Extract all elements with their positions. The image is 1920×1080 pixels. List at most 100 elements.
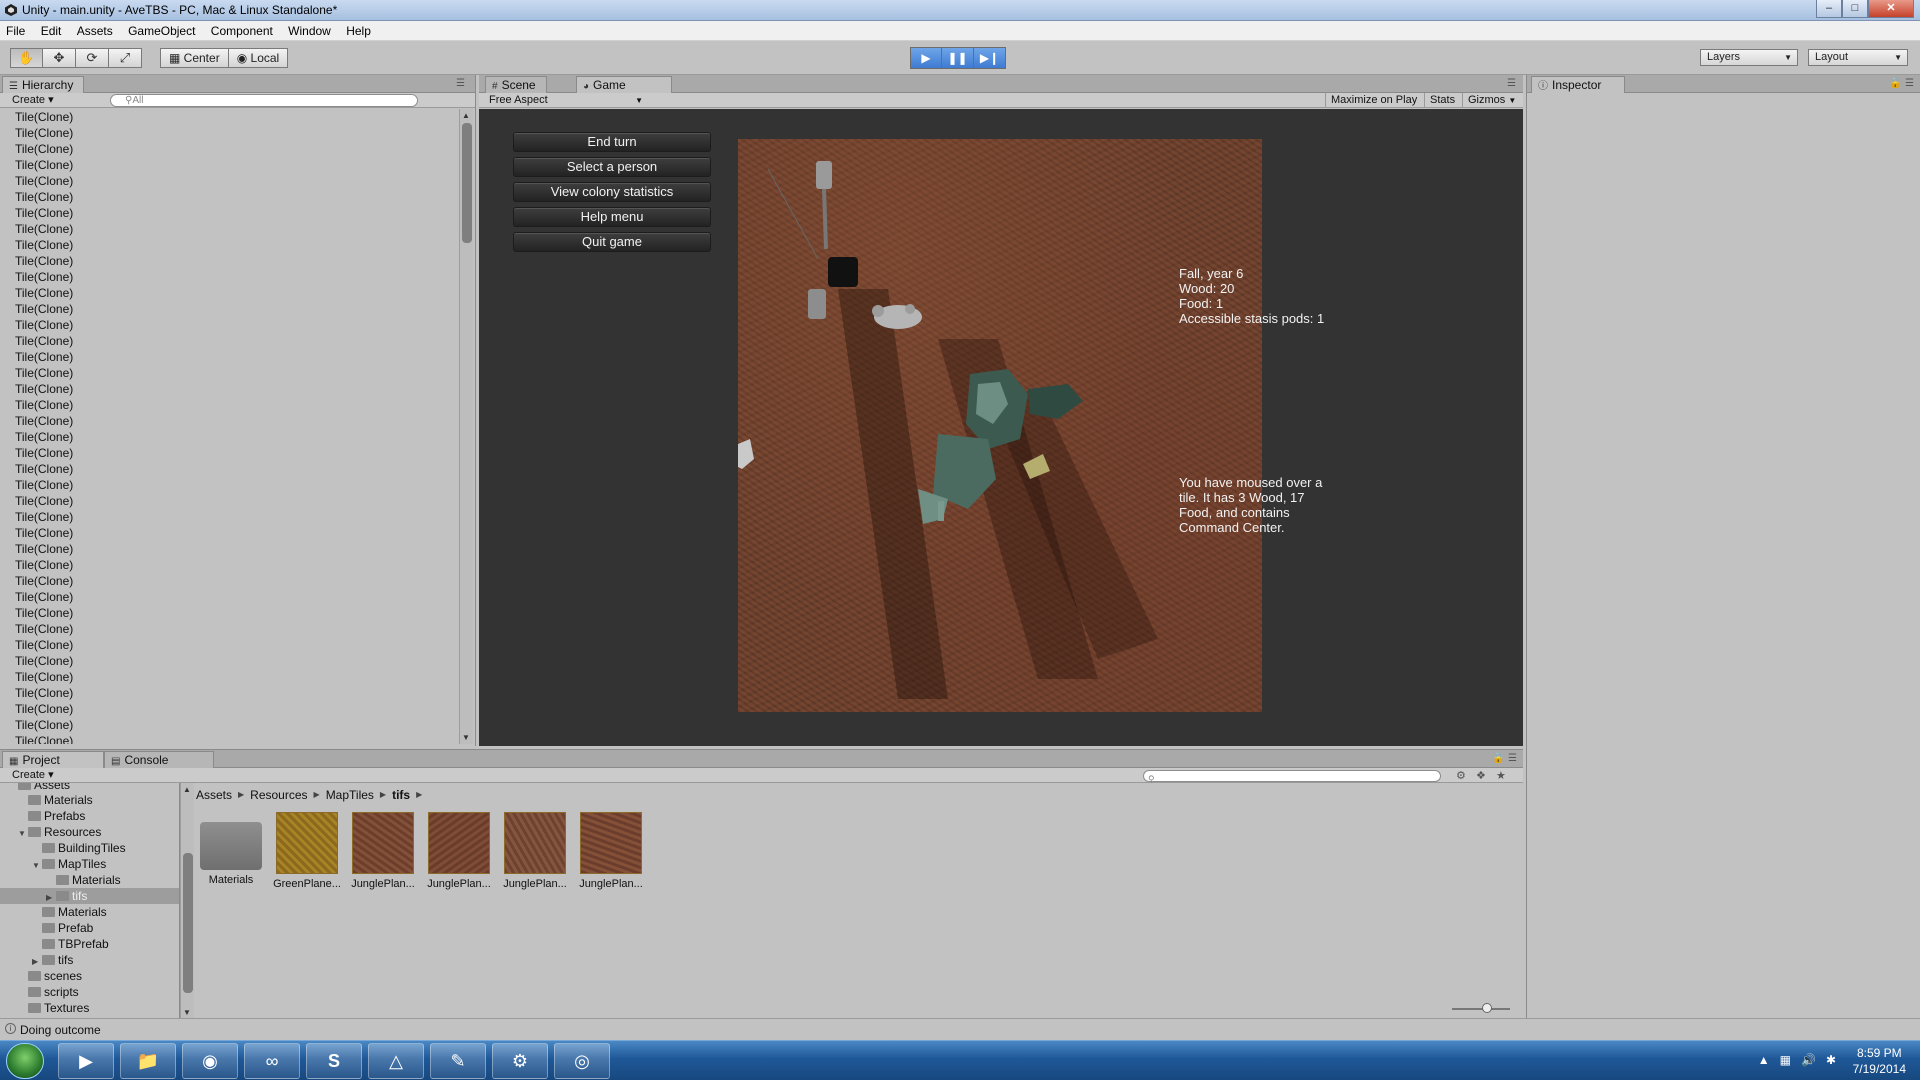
hierarchy-item[interactable]: Tile(Clone) (0, 205, 456, 221)
tab-console[interactable]: ▤ Console (104, 751, 214, 768)
hierarchy-item[interactable]: Tile(Clone) (0, 445, 456, 461)
menu-gameobject[interactable]: GameObject (122, 21, 201, 41)
maximize-button[interactable]: □ (1842, 0, 1868, 18)
hierarchy-item[interactable]: Tile(Clone) (0, 509, 456, 525)
end-turn-button[interactable]: End turn (513, 132, 711, 152)
step-button[interactable]: ▶❙ (974, 47, 1006, 69)
pause-button[interactable]: ❚❚ (942, 47, 974, 69)
breadcrumb-maptiles[interactable]: MapTiles (326, 787, 374, 803)
tab-hierarchy[interactable]: ☰ Hierarchy (2, 76, 85, 93)
scroll-down-icon[interactable]: ▼ (183, 1008, 191, 1017)
project-create-button[interactable]: Create ▾ (6, 769, 60, 782)
breadcrumb-assets[interactable]: Assets (196, 787, 232, 803)
hierarchy-item[interactable]: Tile(Clone) (0, 413, 456, 429)
hierarchy-item[interactable]: Tile(Clone) (0, 461, 456, 477)
hierarchy-item[interactable]: Tile(Clone) (0, 269, 456, 285)
menu-assets[interactable]: Assets (71, 21, 119, 41)
tree-item-maptiles[interactable]: ▼ MapTiles (32, 856, 106, 872)
hierarchy-search-input[interactable]: ⚲All (110, 94, 418, 107)
play-button[interactable]: ▶ (910, 47, 942, 69)
tree-item-resources[interactable]: ▼ Resources (18, 824, 101, 840)
taskbar-skype[interactable]: S (306, 1043, 362, 1079)
project-tree-scrollbar[interactable]: ▲ ▼ (180, 783, 194, 1019)
hierarchy-item[interactable]: Tile(Clone) (0, 317, 456, 333)
taskbar-app[interactable]: ◎ (554, 1043, 610, 1079)
scroll-thumb[interactable] (183, 853, 193, 993)
hierarchy-item[interactable]: Tile(Clone) (0, 653, 456, 669)
maximize-on-play-toggle[interactable]: Maximize on Play (1325, 93, 1422, 108)
panel-menu-icon[interactable]: ☰ (1507, 78, 1516, 89)
hierarchy-item[interactable]: Tile(Clone) (0, 365, 456, 381)
status-message[interactable]: Doing outcome (20, 1023, 101, 1037)
hierarchy-item[interactable]: Tile(Clone) (0, 717, 456, 733)
hierarchy-item[interactable]: Tile(Clone) (0, 221, 456, 237)
system-clock[interactable]: 8:59 PM 7/19/2014 (1853, 1045, 1906, 1077)
tree-item-res-materials[interactable]: Materials (42, 904, 107, 920)
breadcrumb-resources[interactable]: Resources (250, 787, 307, 803)
hierarchy-item[interactable]: Tile(Clone) (0, 733, 456, 744)
taskbar-firefox[interactable]: ◉ (182, 1043, 238, 1079)
pivot-local-button[interactable]: ◉ Local (228, 48, 289, 68)
lock-icon[interactable]: 🔒 (1492, 753, 1504, 764)
tab-inspector[interactable]: ⓘ Inspector (1531, 76, 1625, 93)
taskbar-media-player[interactable]: ▶ (58, 1043, 114, 1079)
tab-game[interactable]: ◕ Game (576, 76, 672, 93)
panel-menu-icon[interactable]: ☰ (456, 78, 465, 89)
filter-by-label-icon[interactable]: ❖ (1476, 769, 1486, 782)
start-button[interactable] (6, 1043, 44, 1079)
tree-item-prefab[interactable]: Prefab (42, 920, 93, 936)
hierarchy-item[interactable]: Tile(Clone) (0, 173, 456, 189)
hierarchy-item[interactable]: Tile(Clone) (0, 125, 456, 141)
hierarchy-item[interactable]: Tile(Clone) (0, 525, 456, 541)
pivot-center-button[interactable]: ▦ Center (160, 48, 229, 68)
lock-icon[interactable]: 🔒 (1889, 78, 1901, 89)
show-hidden-icons-icon[interactable]: ▲ (1758, 1053, 1770, 1067)
filter-by-type-icon[interactable]: ⚙ (1456, 769, 1466, 782)
asset-item[interactable]: GreenPlane... (272, 812, 342, 890)
hierarchy-item[interactable]: Tile(Clone) (0, 109, 456, 125)
tree-item-scripts[interactable]: scripts (28, 984, 79, 1000)
taskbar-explorer[interactable]: 📁 (120, 1043, 176, 1079)
hierarchy-item[interactable]: Tile(Clone) (0, 285, 456, 301)
hierarchy-item[interactable]: Tile(Clone) (0, 637, 456, 653)
menu-file[interactable]: File (0, 21, 31, 41)
help-menu-button[interactable]: Help menu (513, 207, 711, 227)
hierarchy-item[interactable]: Tile(Clone) (0, 669, 456, 685)
tab-project[interactable]: ▦ Project (2, 751, 104, 768)
hierarchy-item[interactable]: Tile(Clone) (0, 685, 456, 701)
tree-item-maptiles-materials[interactable]: Materials (56, 872, 121, 888)
scroll-up-icon[interactable]: ▲ (183, 785, 191, 794)
tree-item-textures[interactable]: Textures (28, 1000, 89, 1016)
hierarchy-item[interactable]: Tile(Clone) (0, 477, 456, 493)
menu-help[interactable]: Help (340, 21, 377, 41)
hierarchy-item[interactable]: Tile(Clone) (0, 397, 456, 413)
hierarchy-item[interactable]: Tile(Clone) (0, 589, 456, 605)
tab-scene[interactable]: # Scene (485, 76, 547, 93)
asset-item[interactable]: Materials (196, 812, 266, 886)
expand-triangle-icon[interactable]: ▼ (18, 826, 28, 842)
move-tool-button[interactable]: ✥ (43, 48, 76, 68)
bluetooth-icon[interactable]: ✱ (1826, 1053, 1836, 1067)
hierarchy-item[interactable]: Tile(Clone) (0, 701, 456, 717)
panel-menu-icon[interactable]: ☰ (1508, 753, 1517, 764)
favorite-star-icon[interactable]: ★ (1496, 769, 1506, 782)
rotate-tool-button[interactable]: ⟳ (76, 48, 109, 68)
hierarchy-item[interactable]: Tile(Clone) (0, 605, 456, 621)
view-colony-statistics-button[interactable]: View colony statistics (513, 182, 711, 202)
layout-dropdown[interactable]: Layout ▼ (1808, 49, 1908, 66)
hierarchy-item[interactable]: Tile(Clone) (0, 621, 456, 637)
hierarchy-item[interactable]: Tile(Clone) (0, 237, 456, 253)
gizmos-dropdown[interactable]: Gizmos ▼ (1462, 93, 1521, 108)
breadcrumb-tifs[interactable]: tifs (392, 787, 410, 803)
scroll-thumb[interactable] (462, 123, 472, 243)
tree-item-materials[interactable]: Materials (28, 792, 93, 808)
tree-item-buildingtiles[interactable]: BuildingTiles (42, 840, 126, 856)
layers-dropdown[interactable]: Layers ▼ (1700, 49, 1798, 66)
hierarchy-item[interactable]: Tile(Clone) (0, 557, 456, 573)
hierarchy-item[interactable]: Tile(Clone) (0, 157, 456, 173)
hierarchy-create-button[interactable]: Create ▾ (6, 94, 60, 107)
stats-toggle[interactable]: Stats (1424, 93, 1460, 108)
asset-item[interactable]: JunglePlan... (424, 812, 494, 890)
menu-edit[interactable]: Edit (35, 21, 68, 41)
scale-tool-button[interactable]: ⤢ (109, 48, 142, 68)
